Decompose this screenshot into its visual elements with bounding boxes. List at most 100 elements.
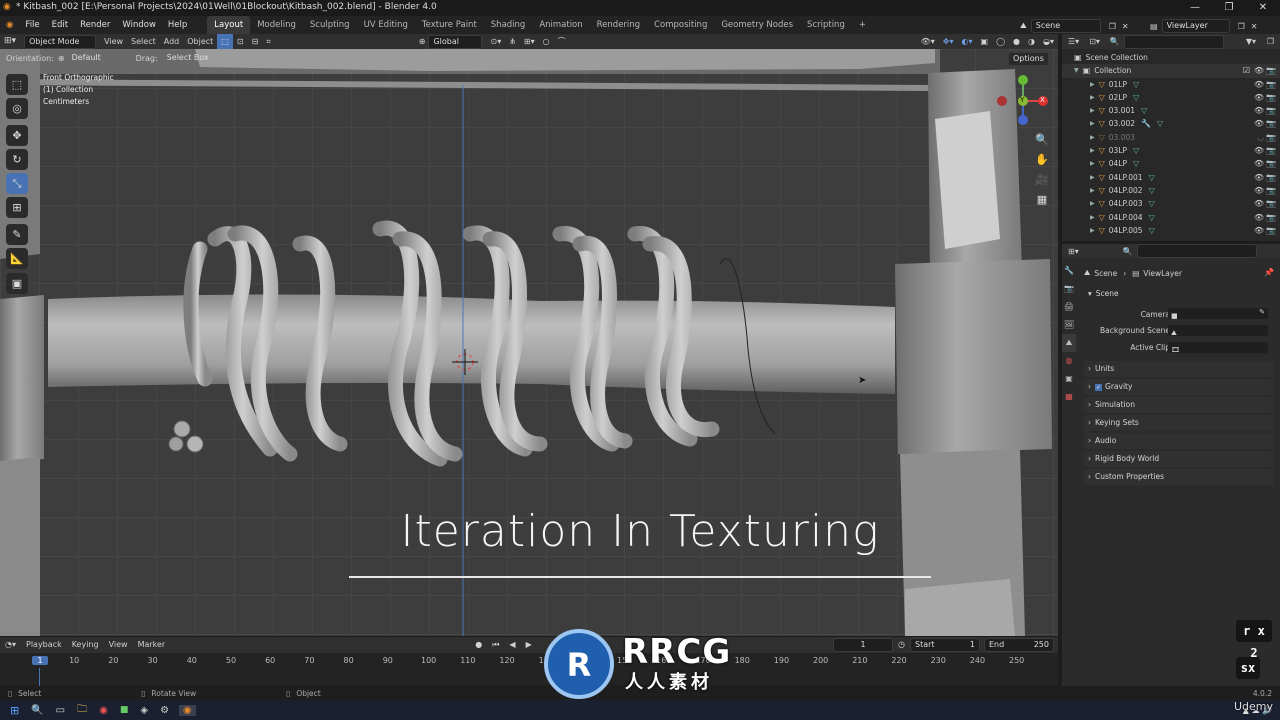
scene-selector[interactable]: ⛰ Scene ❐ ✕ <box>1020 19 1129 33</box>
tab-layout[interactable]: Layout <box>207 16 251 34</box>
tab-scripting[interactable]: Scripting <box>800 16 852 34</box>
list-item[interactable]: ▶ ▽ 04LP.003 ▽ 👁 📷 <box>1062 197 1280 210</box>
proportional-icon[interactable]: ○ <box>539 34 554 49</box>
frame-ruler[interactable]: 1102030405060708090100110120130140150160… <box>0 654 1058 686</box>
select-box-tool-icon[interactable]: ⬚ <box>6 74 28 95</box>
render-icon[interactable]: 📷 <box>1266 78 1276 91</box>
visibility-icon[interactable]: 👁▾ <box>917 34 939 49</box>
pan-hand-icon[interactable]: ✋ <box>1034 150 1050 170</box>
editor-type-icon[interactable]: ⊞▾ <box>0 34 20 49</box>
view-menu[interactable]: View <box>100 34 127 49</box>
render-icon[interactable]: 📷 <box>1266 211 1276 224</box>
start-frame-field[interactable]: Start 1 <box>910 638 980 652</box>
tab-shading[interactable]: Shading <box>484 16 533 34</box>
move-tool-icon[interactable]: ✥ <box>6 125 28 146</box>
pivot-icon[interactable]: ⊙▾ <box>486 34 505 49</box>
render-icon[interactable]: 📷 <box>1266 131 1276 144</box>
collection-tab-icon[interactable]: ▣ <box>1062 370 1076 388</box>
current-frame-field[interactable]: 1 <box>833 638 894 652</box>
render-icon[interactable]: 📷 <box>1266 224 1276 237</box>
material-shading-icon[interactable]: ◑ <box>1024 34 1039 49</box>
select-mode-icon[interactable]: ⬚ <box>217 34 233 49</box>
tab-texture-paint[interactable]: Texture Paint <box>415 16 484 34</box>
browser-icon[interactable]: ◉ <box>99 705 108 716</box>
outliner-root[interactable]: ▣ Scene Collection <box>1062 51 1280 64</box>
new-collection-icon[interactable]: ❐ <box>1267 37 1274 46</box>
prev-keyframe-icon[interactable]: ◀ <box>504 637 520 653</box>
render-icon[interactable]: 📷 <box>1266 197 1276 210</box>
list-item[interactable]: ▶ ▽ 01LP ▽ 👁 📷 <box>1062 78 1280 91</box>
app-icon[interactable]: ■ <box>120 705 129 715</box>
snap-icon[interactable]: ⋔ <box>505 34 520 49</box>
marker-menu[interactable]: Marker <box>133 637 171 653</box>
expand-icon[interactable]: ▼ <box>1074 64 1079 77</box>
playback-menu[interactable]: Playback <box>21 637 67 653</box>
select-menu[interactable]: Select <box>127 34 160 49</box>
grid-view-icon[interactable]: ▦ <box>1034 190 1050 210</box>
select-extend-icon[interactable]: ⊡ <box>233 34 248 49</box>
timeline-view-menu[interactable]: View <box>104 637 133 653</box>
tab-compositing[interactable]: Compositing <box>647 16 714 34</box>
blender-menu-icon[interactable]: ◉ <box>0 16 19 34</box>
camera-field[interactable]: ■ ✎ <box>1168 308 1268 320</box>
record-icon[interactable]: ● <box>470 637 487 653</box>
outliner-collection[interactable]: ▼ ▣ Collection ☑ 👁 📷 <box>1062 64 1280 78</box>
measure-tool-icon[interactable]: 📐 <box>6 248 28 269</box>
eye-icon[interactable]: 👁 <box>1254 78 1264 91</box>
add-cube-tool-icon[interactable]: ▣ <box>6 273 28 294</box>
list-item[interactable]: ▶ ▽ 02LP ▽ 👁 📷 <box>1062 91 1280 104</box>
eye-icon[interactable]: 👁 <box>1254 91 1264 104</box>
render-icon[interactable]: 📷 <box>1266 144 1276 157</box>
list-item[interactable]: ▶ ▽ 03LP ▽ 👁 📷 <box>1062 144 1280 157</box>
new-viewlayer-icon[interactable]: ❐ <box>1238 22 1245 31</box>
render-icon[interactable]: 📷 <box>1266 171 1276 184</box>
list-item[interactable]: ▶ ▽ 03.002 🔧 ▽ 👁 📷 <box>1062 117 1280 130</box>
cursor-tool-icon[interactable]: ◎ <box>6 98 28 119</box>
eye-icon[interactable]: 👁 <box>1254 197 1264 210</box>
keying-sets-panel[interactable]: › Keying Sets <box>1084 415 1274 431</box>
eye-icon[interactable]: 👁 <box>1254 184 1264 197</box>
scale-tool-icon[interactable]: ⤡ <box>6 173 28 194</box>
eye-icon[interactable]: 👁 <box>1254 64 1264 77</box>
tool-tab-icon[interactable]: 🔧 <box>1062 262 1076 280</box>
solid-shading-icon[interactable]: ● <box>1009 34 1024 49</box>
menu-file[interactable]: File <box>19 16 45 34</box>
file-explorer-icon[interactable]: 🗀 <box>77 702 87 719</box>
menu-window[interactable]: Window <box>116 16 162 34</box>
tab-modeling[interactable]: Modeling <box>250 16 303 34</box>
eye-icon[interactable]: 👁 <box>1254 104 1264 117</box>
viewlayer-name[interactable]: ViewLayer <box>1161 19 1230 33</box>
end-frame-field[interactable]: End 250 <box>984 638 1054 652</box>
eye-icon[interactable]: 👁 <box>1254 171 1264 184</box>
play-icon[interactable]: ▶ <box>521 637 537 653</box>
eye-icon[interactable]: 👁 <box>1254 144 1264 157</box>
tab-sculpting[interactable]: Sculpting <box>303 16 357 34</box>
list-item[interactable]: ▶ ▽ 04LP.001 ▽ 👁 📷 <box>1062 171 1280 184</box>
properties-search-input[interactable] <box>1136 244 1257 258</box>
gizmo-icon[interactable]: ✥▾ <box>939 34 958 49</box>
render-icon[interactable]: 📷 <box>1266 91 1276 104</box>
outliner-search-icon[interactable]: 🔍 <box>1110 37 1120 46</box>
eye-icon[interactable]: 👁 <box>1254 117 1264 130</box>
falloff-icon[interactable]: ⌒ <box>554 34 570 49</box>
filter-icon[interactable]: ▼▾ <box>1246 37 1256 46</box>
xray-icon[interactable]: ▣ <box>977 34 993 49</box>
jump-start-icon[interactable]: ⏮ <box>487 637 504 653</box>
select-intersect-icon[interactable]: ⌗ <box>262 34 275 49</box>
view-layer-tab-icon[interactable]: 🖼 <box>1062 316 1076 334</box>
properties-search-icon[interactable]: 🔍 <box>1123 247 1133 256</box>
eye-icon[interactable]: 👁 <box>1254 157 1264 170</box>
current-frame-marker[interactable]: 1 <box>32 656 48 665</box>
list-item[interactable]: ▶ ▽ 03.003 ◡ 📷 <box>1062 131 1280 144</box>
chat-icon[interactable]: ◈ <box>140 705 148 716</box>
menu-render[interactable]: Render <box>74 16 116 34</box>
scene-name[interactable]: Scene <box>1030 19 1101 33</box>
active-clip-field[interactable]: 🎞 <box>1168 342 1268 354</box>
overlay-icon[interactable]: ◐▾ <box>958 34 977 49</box>
render-icon[interactable]: 📷 <box>1266 104 1276 117</box>
annotate-tool-icon[interactable]: ✎ <box>6 224 28 245</box>
drag-dropdown[interactable]: Select Box <box>163 52 215 64</box>
rendered-shading-icon[interactable]: ◒▾ <box>1039 34 1058 49</box>
navigation-gizmo[interactable]: X Y <box>996 74 1050 128</box>
list-item[interactable]: ▶ ▽ 04LP.004 ▽ 👁 📷 <box>1062 211 1280 224</box>
